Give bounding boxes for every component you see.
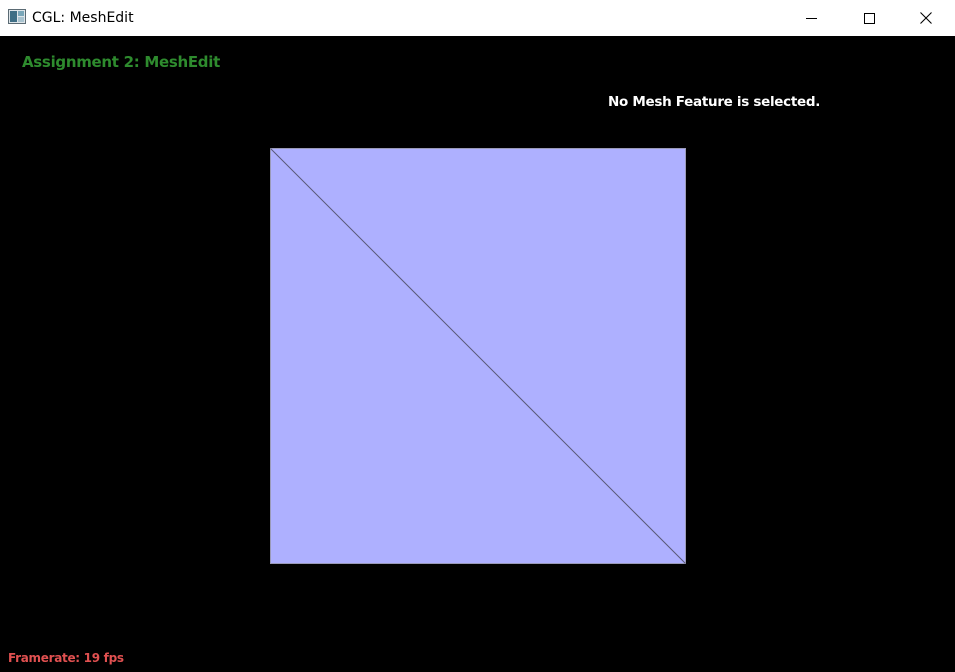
close-icon — [920, 12, 932, 24]
app-icon — [8, 9, 26, 24]
framerate-label: Framerate: — [8, 651, 80, 665]
mesh-canvas[interactable] — [270, 148, 686, 564]
app-window: CGL: MeshEdit Assignment 2: MeshEdit No … — [0, 0, 955, 672]
assignment-title: Assignment 2: MeshEdit — [22, 53, 220, 71]
minimize-button[interactable] — [782, 0, 840, 36]
close-button[interactable] — [897, 0, 955, 36]
framerate-readout: Framerate: 19 fps — [8, 651, 124, 665]
render-viewport[interactable]: Assignment 2: MeshEdit No Mesh Feature i… — [0, 36, 955, 672]
title-bar[interactable]: CGL: MeshEdit — [0, 0, 955, 36]
minimize-icon — [805, 17, 817, 19]
window-title: CGL: MeshEdit — [32, 10, 134, 26]
maximize-button[interactable] — [840, 0, 898, 36]
framerate-value: 19 fps — [83, 651, 124, 665]
selection-status: No Mesh Feature is selected. — [608, 94, 821, 110]
maximize-icon — [863, 12, 875, 24]
